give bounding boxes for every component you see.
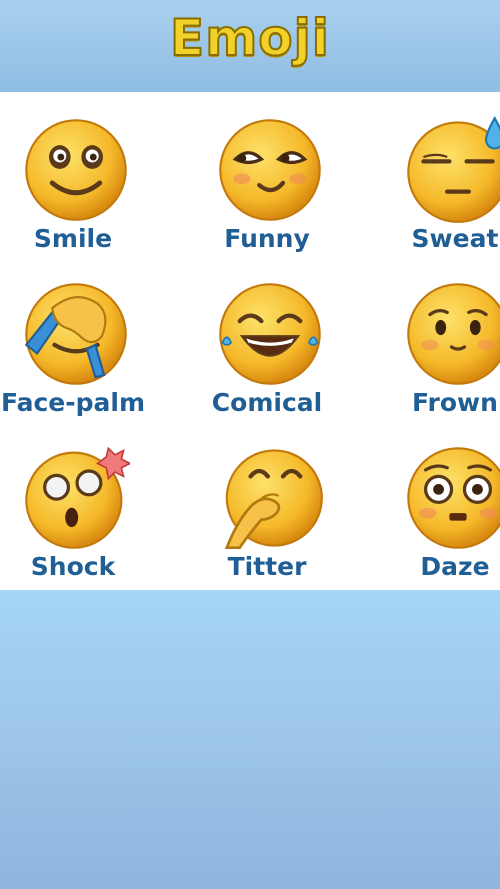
emoji-card-titter[interactable]: Titter [212,444,323,604]
emoji-label: Comical [211,388,323,417]
page-title: Emoji [169,9,330,67]
smile-face-icon [25,119,127,221]
header-banner: Emoji [0,0,500,92]
emoji-label: Smile [33,224,113,253]
background-footer [0,590,500,889]
emoji-card-daze[interactable]: Daze [400,444,500,604]
emoji-card-smile[interactable]: Smile [18,116,128,276]
emoji-label: Daze [420,552,490,581]
emoji-label: Shock [30,552,116,581]
face-palm-icon [24,283,127,385]
comical-face-icon [219,283,321,385]
emoji-label: Titter [227,552,307,581]
emoji-card-frown[interactable]: Frown [400,280,500,440]
emoji-label: Sweat [411,224,499,253]
emoji-card-shock[interactable]: Shock [18,444,130,604]
sweat-face-icon [407,116,500,223]
daze-face-icon [407,447,500,549]
emoji-card-face-palm[interactable]: Face-palm [1,280,145,440]
shock-face-icon [25,446,130,549]
emoji-label: Frown [412,388,498,417]
funny-face-icon [219,119,321,221]
emoji-label: Funny [224,224,310,253]
emoji-label: Face-palm [0,388,146,417]
emoji-card-comical[interactable]: Comical [212,280,322,440]
emoji-card-sweat[interactable]: Sweat [400,116,500,276]
emoji-grid: Smile Funny Sweat Face-palm Comical Frow… [0,92,500,590]
titter-face-icon [224,449,323,550]
frown-face-icon [407,283,500,385]
emoji-card-funny[interactable]: Funny [212,116,322,276]
